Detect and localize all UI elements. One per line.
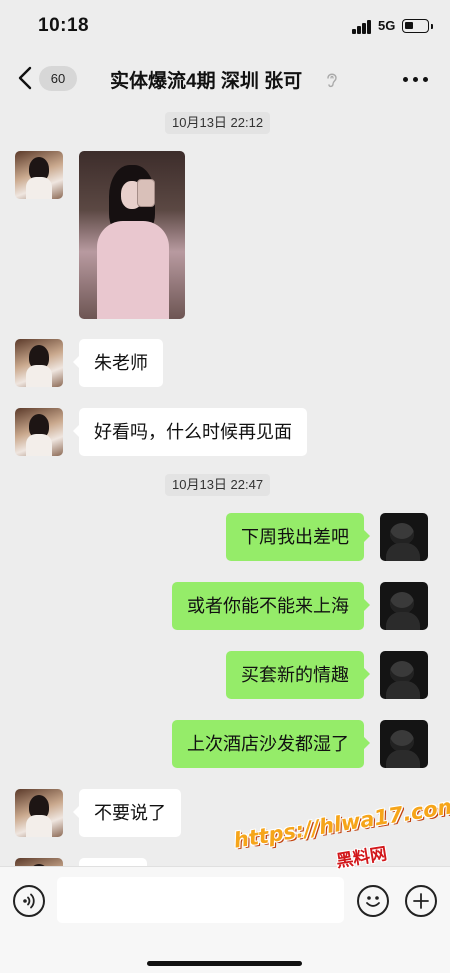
my-avatar[interactable] [380, 651, 428, 699]
received-message[interactable]: 好看吗，什么时候再见面 [73, 408, 307, 456]
home-indicator [147, 961, 302, 966]
network-label: 5G [378, 18, 396, 33]
received-message[interactable]: 不要说了 [73, 789, 181, 837]
my-avatar[interactable] [380, 720, 428, 768]
unread-badge[interactable]: 60 [39, 66, 77, 91]
battery-icon [402, 19, 433, 33]
photo-message[interactable] [79, 151, 185, 319]
chat-header: 60 实体爆流4期 深圳 张可 [0, 52, 450, 104]
sent-message[interactable]: 或者你能不能来上海 [172, 582, 370, 630]
status-time: 10:18 [38, 15, 90, 36]
status-bar: 10:18 5G [0, 0, 450, 52]
signal-icon [352, 20, 372, 34]
received-message[interactable]: 朱老师 [73, 339, 163, 387]
timestamp: 10月13日 22:47 [165, 474, 271, 496]
plus-icon[interactable] [405, 885, 437, 917]
contact-avatar[interactable] [15, 151, 63, 199]
chat-title: 实体爆流4期 深圳 张可 [110, 71, 303, 92]
my-avatar[interactable] [380, 513, 428, 561]
sent-message[interactable]: 买套新的情趣 [226, 651, 370, 699]
contact-avatar[interactable] [15, 339, 63, 387]
contact-avatar[interactable] [15, 789, 63, 837]
timestamp: 10月13日 22:12 [165, 112, 271, 134]
watermark-url: https://hlwa17.com [232, 793, 450, 853]
voice-icon[interactable] [13, 885, 45, 917]
chevron-left-icon[interactable] [14, 65, 38, 91]
sent-message[interactable]: 下周我出差吧 [226, 513, 370, 561]
ellipsis-icon[interactable] [403, 77, 429, 83]
watermark-label: 黑料网 [334, 844, 389, 872]
input-bar [0, 866, 450, 973]
my-avatar[interactable] [380, 582, 428, 630]
emoji-icon[interactable] [357, 885, 389, 917]
sent-message[interactable]: 上次酒店沙发都湿了 [172, 720, 370, 768]
contact-avatar[interactable] [15, 408, 63, 456]
ear-icon [327, 73, 337, 88]
